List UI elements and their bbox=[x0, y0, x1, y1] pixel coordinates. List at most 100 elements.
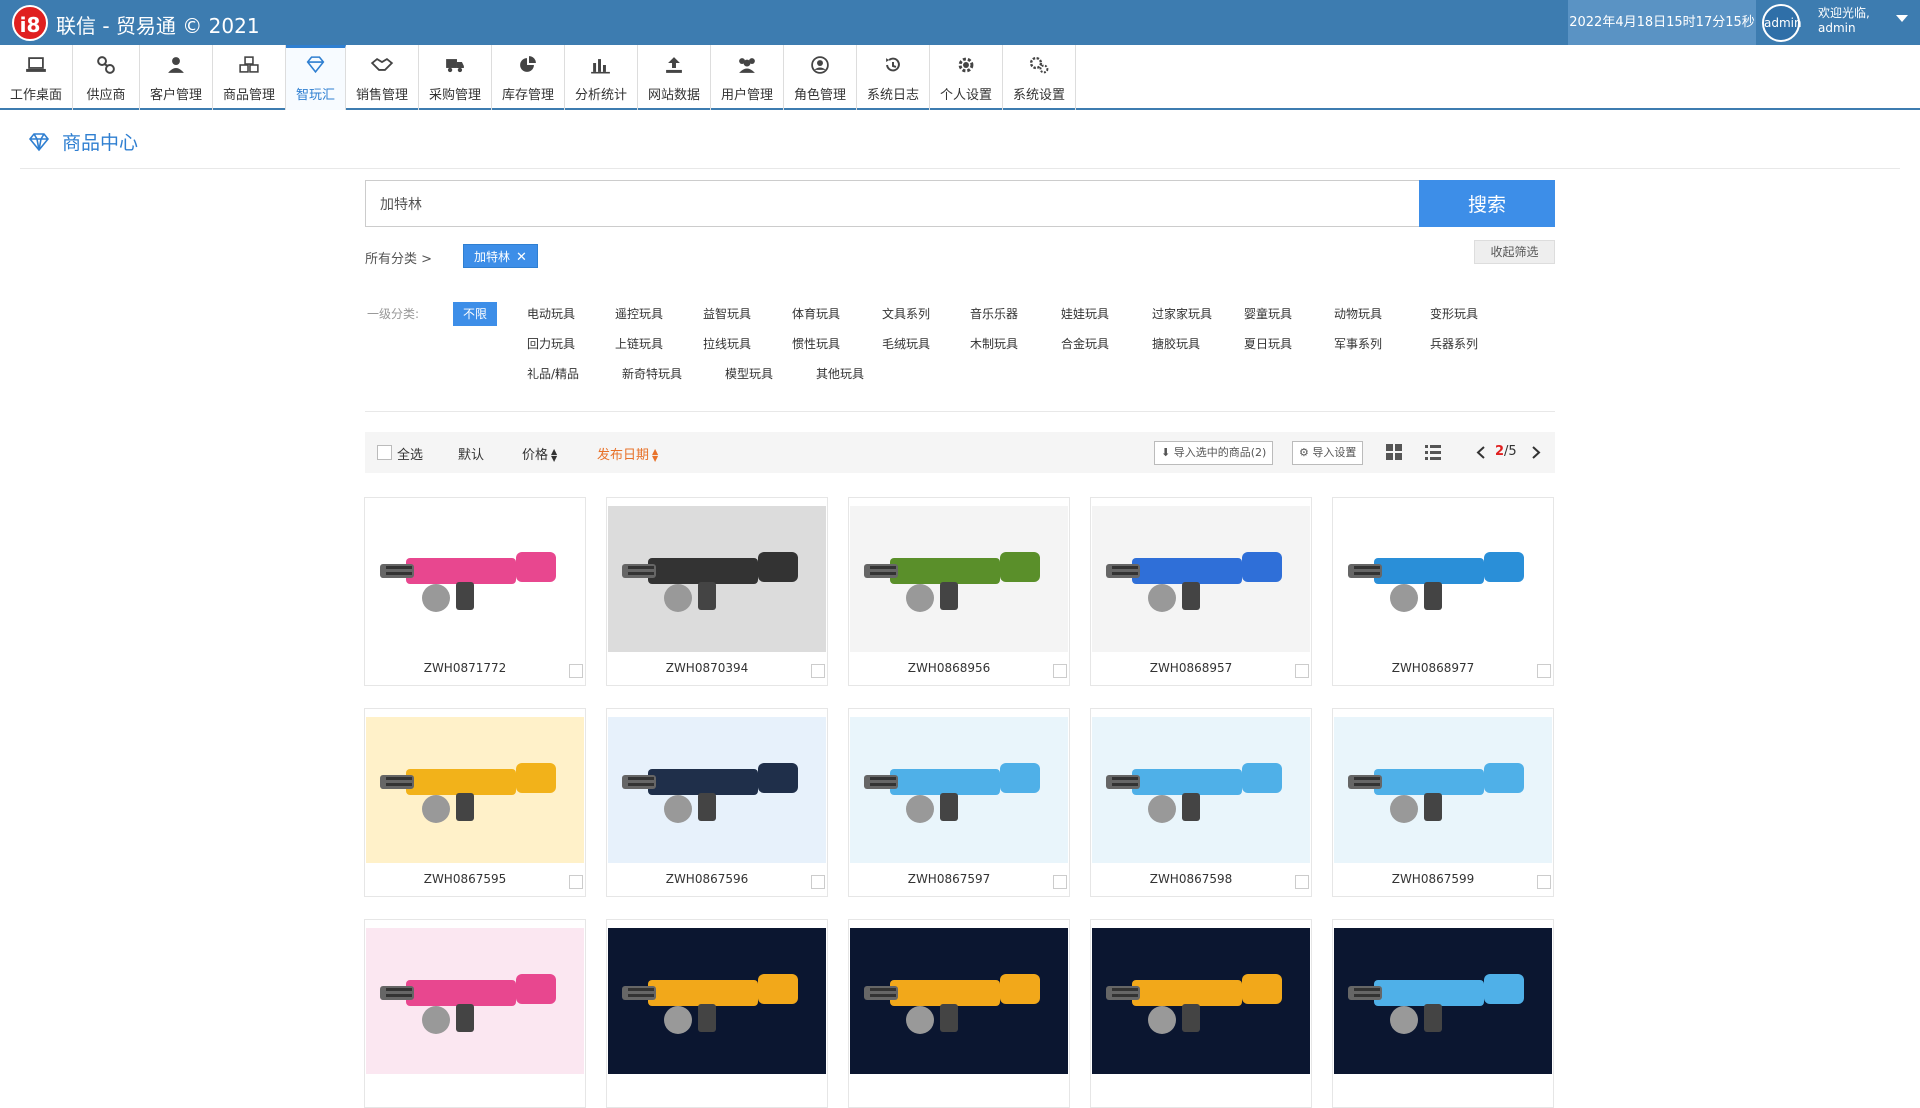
category-item[interactable]: 动物玩具 bbox=[1334, 305, 1382, 322]
category-item[interactable]: 其他玩具 bbox=[816, 365, 864, 382]
nav-item-9[interactable]: 分析统计 bbox=[565, 45, 638, 110]
product-card[interactable]: ZWH0867596 bbox=[606, 708, 828, 897]
product-image[interactable] bbox=[1092, 506, 1310, 652]
category-item[interactable]: 音乐乐器 bbox=[970, 305, 1018, 322]
nav-item-8[interactable]: 库存管理 bbox=[492, 45, 565, 110]
search-button[interactable]: 搜索 bbox=[1419, 180, 1555, 227]
breadcrumb[interactable]: 所有分类 > bbox=[365, 248, 432, 267]
category-item[interactable]: 模型玩具 bbox=[725, 365, 773, 382]
product-image[interactable] bbox=[1092, 717, 1310, 863]
category-item[interactable]: 过家家玩具 bbox=[1152, 305, 1212, 322]
nav-item-5[interactable]: 智玩汇 bbox=[286, 45, 346, 110]
product-checkbox[interactable] bbox=[811, 875, 825, 889]
product-image[interactable] bbox=[608, 928, 826, 1074]
product-checkbox[interactable] bbox=[1053, 664, 1067, 678]
category-item[interactable]: 体育玩具 bbox=[792, 305, 840, 322]
product-checkbox[interactable] bbox=[1295, 664, 1309, 678]
nav-item-15[interactable]: 系统设置 bbox=[1003, 45, 1076, 110]
nav-item-10[interactable]: 网站数据 bbox=[638, 45, 711, 110]
category-all[interactable]: 不限 bbox=[453, 302, 497, 326]
product-image[interactable] bbox=[608, 506, 826, 652]
search-input[interactable] bbox=[365, 180, 1420, 227]
grid-view-icon[interactable] bbox=[1386, 444, 1402, 460]
product-card[interactable]: ZWH0867599 bbox=[1332, 708, 1554, 897]
category-item[interactable]: 回力玩具 bbox=[527, 335, 575, 352]
product-image[interactable] bbox=[850, 928, 1068, 1074]
nav-item-3[interactable]: 客户管理 bbox=[140, 45, 213, 110]
category-item[interactable]: 新奇特玩具 bbox=[622, 365, 682, 382]
import-settings-button[interactable]: ⚙ 导入设置 bbox=[1292, 441, 1364, 465]
app-title: 联信 - 贸易通 © 2021 bbox=[56, 14, 260, 38]
product-code: ZWH0868977 bbox=[1391, 661, 1475, 675]
sort-default[interactable]: 默认 bbox=[458, 444, 484, 463]
category-item[interactable]: 搪胶玩具 bbox=[1152, 335, 1200, 352]
product-checkbox[interactable] bbox=[811, 664, 825, 678]
avatar[interactable]: admin bbox=[1762, 4, 1802, 42]
category-item[interactable]: 娃娃玩具 bbox=[1061, 305, 1109, 322]
category-item[interactable]: 木制玩具 bbox=[970, 335, 1018, 352]
product-card[interactable]: ZWH0867595 bbox=[364, 708, 586, 897]
select-all-checkbox[interactable] bbox=[377, 445, 392, 460]
product-checkbox[interactable] bbox=[569, 875, 583, 889]
chevron-right-icon[interactable] bbox=[1531, 446, 1541, 459]
nav-item-2[interactable]: 供应商 bbox=[73, 45, 140, 110]
product-image[interactable] bbox=[850, 717, 1068, 863]
category-item[interactable]: 合金玩具 bbox=[1061, 335, 1109, 352]
product-checkbox[interactable] bbox=[1053, 875, 1067, 889]
nav-item-13[interactable]: 系统日志 bbox=[857, 45, 930, 110]
category-item[interactable]: 兵器系列 bbox=[1430, 335, 1478, 352]
nav-item-11[interactable]: 用户管理 bbox=[711, 45, 784, 110]
chevron-down-icon[interactable] bbox=[1896, 15, 1908, 22]
category-item[interactable]: 惯性玩具 bbox=[792, 335, 840, 352]
category-item[interactable]: 益智玩具 bbox=[703, 305, 751, 322]
category-item[interactable]: 毛绒玩具 bbox=[882, 335, 930, 352]
product-image[interactable] bbox=[850, 506, 1068, 652]
product-card[interactable]: ZWH0868957 bbox=[1090, 497, 1312, 686]
category-item[interactable]: 变形玩具 bbox=[1430, 305, 1478, 322]
product-checkbox[interactable] bbox=[1295, 875, 1309, 889]
user-circle-icon bbox=[811, 56, 829, 74]
product-card[interactable]: ZWH0871772 bbox=[364, 497, 586, 686]
product-image[interactable] bbox=[608, 717, 826, 863]
category-item[interactable]: 文具系列 bbox=[882, 305, 930, 322]
category-item[interactable]: 婴童玩具 bbox=[1244, 305, 1292, 322]
product-card[interactable]: ZWH0868977 bbox=[1332, 497, 1554, 686]
product-checkbox[interactable] bbox=[1537, 664, 1551, 678]
category-item[interactable]: 电动玩具 bbox=[527, 305, 575, 322]
import-selected-button[interactable]: ⬇ 导入选中的商品(2) bbox=[1154, 441, 1274, 465]
nav-item-1[interactable]: 工作桌面 bbox=[0, 45, 73, 110]
nav-item-7[interactable]: 采购管理 bbox=[419, 45, 492, 110]
category-item[interactable]: 上链玩具 bbox=[615, 335, 663, 352]
product-card[interactable]: ZWH0867597 bbox=[848, 708, 1070, 897]
product-image[interactable] bbox=[366, 717, 584, 863]
user-menu[interactable]: admin 欢迎光临, admin bbox=[1756, 0, 1920, 45]
nav-item-6[interactable]: 销售管理 bbox=[346, 45, 419, 110]
nav-item-14[interactable]: 个人设置 bbox=[930, 45, 1003, 110]
nav-item-4[interactable]: 商品管理 bbox=[213, 45, 286, 110]
sort-date[interactable]: 发布日期 ▲ ▼ bbox=[597, 444, 658, 464]
category-item[interactable]: 礼品/精品 bbox=[527, 365, 579, 382]
product-image[interactable] bbox=[1092, 928, 1310, 1074]
product-image[interactable] bbox=[366, 928, 584, 1074]
product-card[interactable]: ZWH0867598 bbox=[1090, 708, 1312, 897]
select-all-label[interactable]: 全选 bbox=[397, 444, 423, 463]
chevron-left-icon[interactable] bbox=[1476, 446, 1486, 459]
category-item[interactable]: 拉线玩具 bbox=[703, 335, 751, 352]
category-item[interactable]: 军事系列 bbox=[1334, 335, 1382, 352]
list-view-icon[interactable] bbox=[1425, 444, 1441, 460]
product-checkbox[interactable] bbox=[1537, 875, 1551, 889]
nav-item-12[interactable]: 角色管理 bbox=[784, 45, 857, 110]
product-card[interactable]: ZWH0868956 bbox=[848, 497, 1070, 686]
product-image[interactable] bbox=[1334, 506, 1552, 652]
category-item[interactable]: 夏日玩具 bbox=[1244, 335, 1292, 352]
product-checkbox[interactable] bbox=[569, 664, 583, 678]
close-icon[interactable]: ✕ bbox=[516, 250, 527, 265]
category-item[interactable]: 遥控玩具 bbox=[615, 305, 663, 322]
sort-price[interactable]: 价格 ▲ ▼ bbox=[522, 444, 557, 464]
product-image[interactable] bbox=[1334, 717, 1552, 863]
product-image[interactable] bbox=[366, 506, 584, 652]
active-filter-tag[interactable]: 加特林 ✕ bbox=[463, 244, 538, 268]
collapse-filter-button[interactable]: 收起筛选 bbox=[1474, 240, 1555, 264]
product-image[interactable] bbox=[1334, 928, 1552, 1074]
product-card[interactable]: ZWH0870394 bbox=[606, 497, 828, 686]
